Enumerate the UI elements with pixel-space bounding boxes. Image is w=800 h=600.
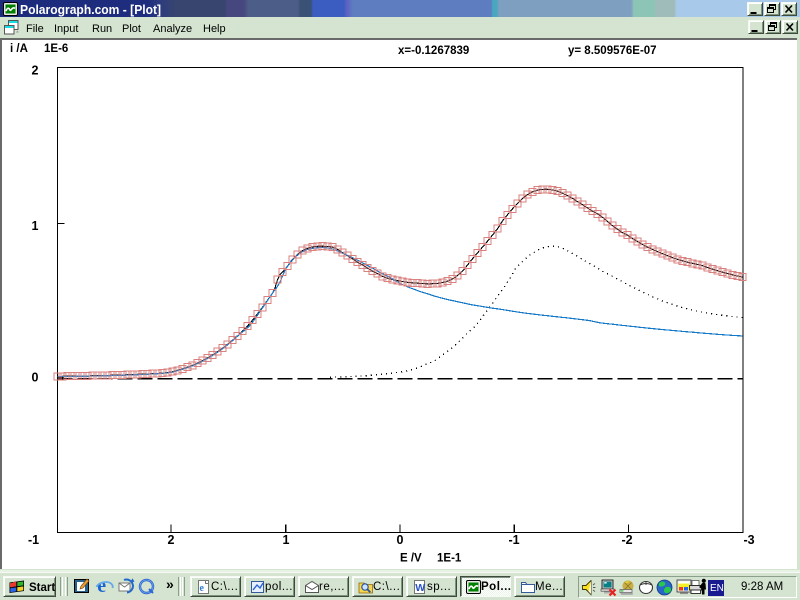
svg-text:-2: -2 — [621, 533, 632, 547]
svg-text:-1: -1 — [508, 533, 519, 547]
svg-text:1E-6: 1E-6 — [44, 43, 68, 55]
svg-text:-3: -3 — [743, 533, 754, 547]
svg-text:2: 2 — [32, 64, 39, 78]
svg-text:2: 2 — [168, 533, 175, 547]
svg-text:-1: -1 — [28, 533, 39, 547]
svg-text:1: 1 — [32, 219, 39, 233]
svg-text:1E-1: 1E-1 — [437, 553, 462, 565]
svg-text:y= 8.509576E-07: y= 8.509576E-07 — [568, 45, 657, 57]
svg-text:i /A: i /A — [10, 43, 28, 55]
svg-text:W: W — [415, 582, 425, 594]
svg-text:E /V: E /V — [400, 553, 422, 565]
svg-text:e: e — [97, 577, 106, 596]
svg-text:1: 1 — [283, 533, 290, 547]
svg-text:0: 0 — [32, 371, 39, 385]
svg-text:e: e — [200, 583, 205, 594]
svg-text:0: 0 — [397, 533, 404, 547]
svg-text:x=-0.1267839: x=-0.1267839 — [398, 45, 469, 57]
